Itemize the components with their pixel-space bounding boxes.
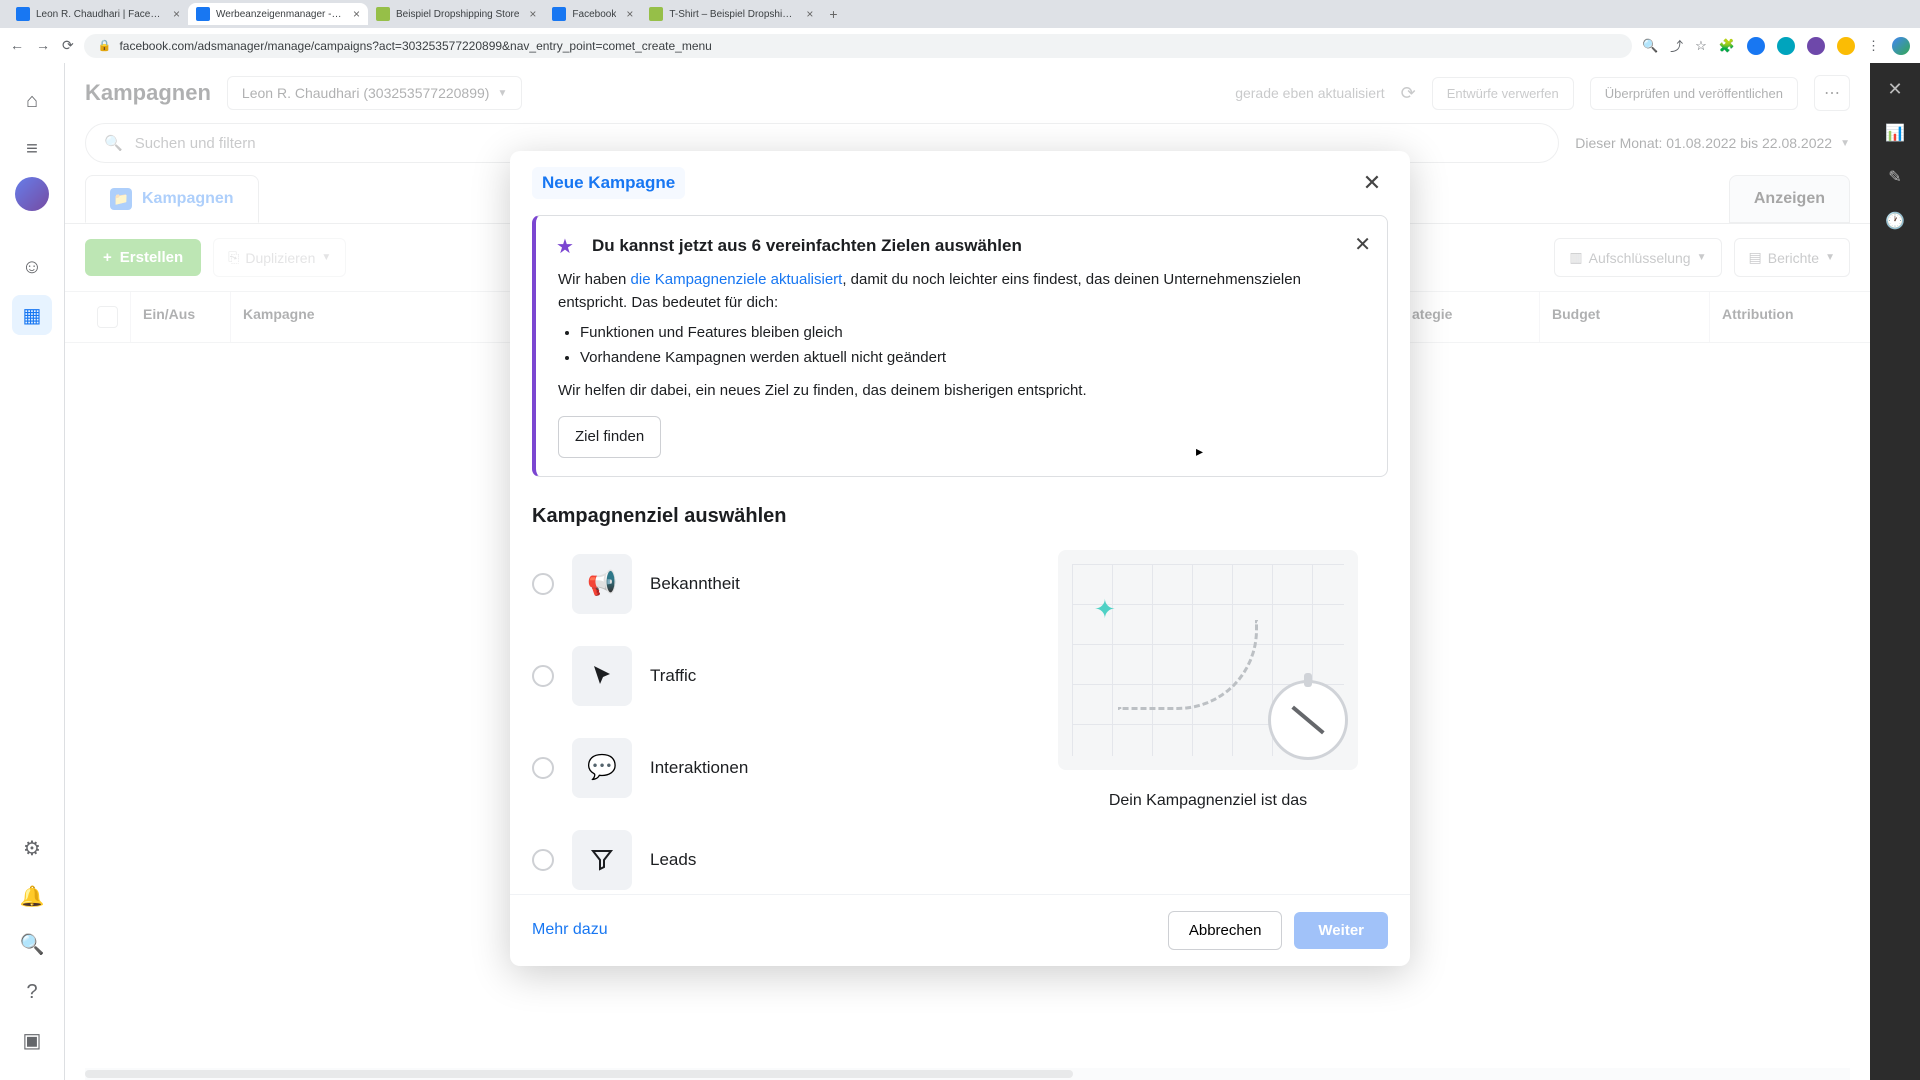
nav-controls: ← → ⟳ (10, 37, 74, 54)
right-sidebar: ✕ 📊 ✎ 🕐 (1870, 63, 1920, 1080)
objectives-list: 📢 Bekanntheit Traffic 💬 Interaktionen (532, 550, 998, 894)
chat-icon: 💬 (572, 738, 632, 798)
facebook-icon (552, 7, 566, 21)
reload-icon[interactable]: ⟳ (62, 37, 74, 54)
facebook-icon (196, 7, 210, 21)
lock-icon: 🔒 (98, 39, 112, 52)
notice-body: Wir haben die Kampagnenziele aktualisier… (556, 268, 1367, 458)
cursor-icon (572, 646, 632, 706)
audiences-icon[interactable]: ☺ (12, 247, 52, 287)
tab-strip: Leon R. Chaudhari | Facebook× Werbeanzei… (0, 0, 1920, 28)
objective-engagement[interactable]: 💬 Interaktionen (532, 734, 998, 802)
sparkle-icon: ✦ (1094, 594, 1116, 625)
modal-close-button[interactable]: ✕ (1356, 167, 1388, 199)
notice-header: ★ Du kannst jetzt aus 6 vereinfachten Zi… (556, 234, 1367, 258)
shopify-icon (649, 7, 663, 21)
learn-more-link[interactable]: Mehr dazu (532, 921, 608, 939)
extension-icon[interactable] (1777, 37, 1795, 55)
close-icon[interactable]: × (806, 7, 813, 21)
objective-preview: ✦ Dein Kampagnenziel ist das (1028, 550, 1388, 894)
radio[interactable] (532, 665, 554, 687)
campaigns-icon[interactable]: ▦ (12, 295, 52, 335)
browser-tab[interactable]: Leon R. Chaudhari | Facebook× (8, 3, 188, 25)
back-icon[interactable]: ← (10, 37, 24, 54)
edit-icon[interactable]: ✎ (1881, 163, 1909, 191)
objectives-updated-link[interactable]: die Kampagnenziele aktualisiert (631, 271, 843, 288)
objective-awareness[interactable]: 📢 Bekanntheit (532, 550, 998, 618)
share-icon[interactable]: ⤴ (1670, 36, 1683, 55)
preview-illustration: ✦ (1058, 550, 1358, 770)
browser-tab[interactable]: Facebook× (544, 3, 641, 25)
extension-icon[interactable] (1837, 37, 1855, 55)
close-icon[interactable]: × (626, 7, 633, 21)
browser-chrome: Leon R. Chaudhari | Facebook× Werbeanzei… (0, 0, 1920, 63)
settings-icon[interactable]: ⚙ (12, 828, 52, 868)
home-icon[interactable]: ⌂ (12, 81, 52, 121)
chart-icon[interactable]: 📊 (1881, 119, 1909, 147)
shopify-icon (376, 7, 390, 21)
avatar[interactable] (15, 177, 49, 211)
notice-bullet: Vorhandene Kampagnen werden aktuell nich… (580, 346, 1367, 369)
info-notice: ✕ ★ Du kannst jetzt aus 6 vereinfachten … (532, 215, 1388, 477)
modal-header: Neue Kampagne ✕ (510, 151, 1410, 215)
notifications-icon[interactable]: 🔔 (12, 876, 52, 916)
close-icon[interactable]: × (353, 7, 360, 21)
modal-title-tab[interactable]: Neue Kampagne (532, 167, 685, 199)
history-icon[interactable]: 🕐 (1881, 207, 1909, 235)
facebook-icon (16, 7, 30, 21)
menu-icon[interactable]: ⋮ (1867, 38, 1880, 54)
search-icon[interactable]: 🔍 (12, 924, 52, 964)
cursor-indicator: ▸ (1196, 443, 1203, 460)
compass-icon (1268, 680, 1348, 760)
report-icon[interactable]: ▣ (12, 1020, 52, 1060)
radio[interactable] (532, 757, 554, 779)
radio[interactable] (532, 573, 554, 595)
profile-avatar-icon[interactable] (1892, 37, 1910, 55)
fb-pixel-icon[interactable] (1747, 37, 1765, 55)
close-icon[interactable]: × (173, 7, 180, 21)
forward-icon[interactable]: → (36, 37, 50, 54)
menu-icon[interactable]: ≡ (12, 129, 52, 169)
extensions-icon[interactable]: 🧩 (1719, 38, 1735, 54)
browser-tab[interactable]: Beispiel Dropshipping Store× (368, 3, 544, 25)
cancel-button[interactable]: Abbrechen (1168, 911, 1283, 950)
notice-title: Du kannst jetzt aus 6 vereinfachten Ziel… (592, 236, 1022, 256)
notice-bullet: Funktionen und Features bleiben gleich (580, 321, 1367, 344)
left-sidebar: ⌂ ≡ ☺ ▦ ⚙ 🔔 🔍 ? ▣ (0, 63, 65, 1080)
new-tab-button[interactable]: + (821, 2, 845, 26)
funnel-icon (572, 830, 632, 890)
close-icon[interactable]: ✕ (1881, 75, 1909, 103)
modal-body: ✕ ★ Du kannst jetzt aus 6 vereinfachten … (510, 215, 1410, 894)
notice-close-button[interactable]: ✕ (1354, 232, 1371, 257)
zoom-icon[interactable]: 🔍 (1642, 38, 1658, 54)
help-icon[interactable]: ? (12, 972, 52, 1012)
next-button[interactable]: Weiter (1294, 912, 1388, 949)
address-bar: ← → ⟳ 🔒 facebook.com/adsmanager/manage/c… (0, 28, 1920, 63)
section-title: Kampagnenziel auswählen (532, 505, 1388, 528)
extension-icon[interactable] (1807, 37, 1825, 55)
browser-tab[interactable]: T-Shirt – Beispiel Dropshippin...× (641, 3, 821, 25)
preview-text: Dein Kampagnenziel ist das (1099, 790, 1317, 812)
find-objective-button[interactable]: Ziel finden (558, 416, 661, 457)
objectives-container: 📢 Bekanntheit Traffic 💬 Interaktionen (532, 550, 1388, 894)
browser-tab[interactable]: Werbeanzeigenmanager - We...× (188, 3, 368, 25)
close-icon[interactable]: × (529, 7, 536, 21)
app-shell: ⌂ ≡ ☺ ▦ ⚙ 🔔 🔍 ? ▣ Kampagnen Leon R. Chau… (0, 63, 1920, 1080)
objective-leads[interactable]: Leads (532, 826, 998, 894)
radio[interactable] (532, 849, 554, 871)
url-field[interactable]: 🔒 facebook.com/adsmanager/manage/campaig… (84, 34, 1632, 58)
objective-traffic[interactable]: Traffic (532, 642, 998, 710)
megaphone-icon: 📢 (572, 554, 632, 614)
toolbar-right: 🔍 ⤴ ☆ 🧩 ⋮ (1642, 36, 1910, 55)
new-campaign-modal: Neue Kampagne ✕ ✕ ★ Du kannst jetzt aus … (510, 151, 1410, 966)
star-icon[interactable]: ☆ (1695, 38, 1707, 54)
star-icon: ★ (556, 234, 580, 258)
modal-footer: Mehr dazu Abbrechen Weiter (510, 894, 1410, 966)
